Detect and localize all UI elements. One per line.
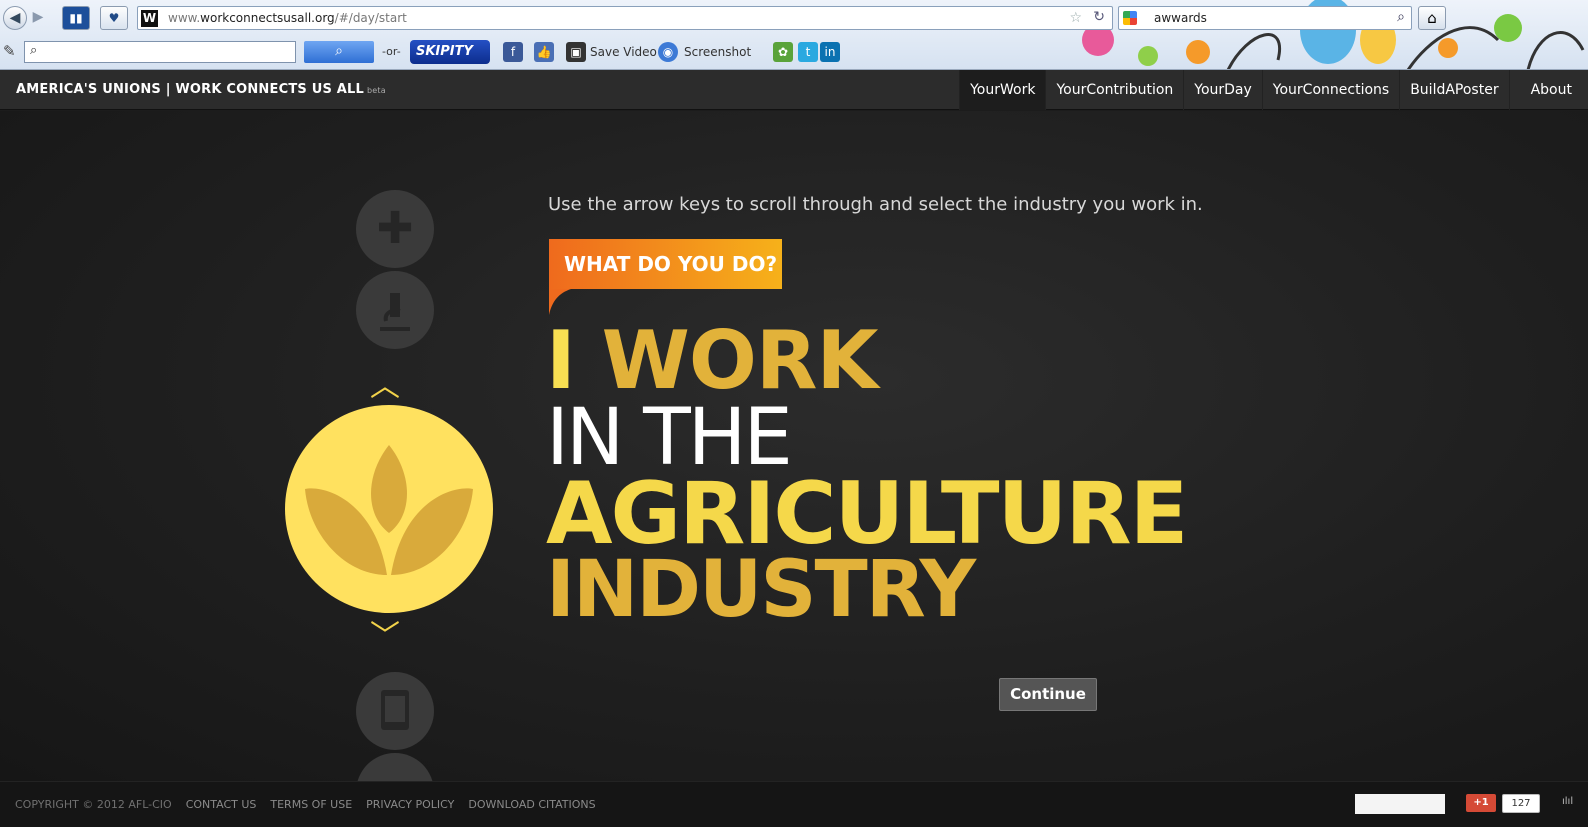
scroll-up-arrow-icon[interactable]: ︿	[370, 361, 400, 405]
privacy-policy-link[interactable]: PRIVACY POLICY	[366, 798, 454, 811]
browser-chrome: ◀ ▶ ▮▮ ♥ W www.workconnectsusall.org/#/d…	[0, 0, 1588, 70]
film-icon[interactable]: ▣	[566, 42, 586, 62]
medical-cross-icon: ✚	[376, 203, 414, 254]
terms-of-use-link[interactable]: TERMS OF USE	[270, 798, 352, 811]
industry-option-science[interactable]	[356, 271, 434, 349]
facebook-icon[interactable]: f	[503, 42, 523, 62]
site-footer: COPYRIGHT © 2012 AFL-CIO CONTACT US TERM…	[0, 781, 1588, 827]
nav-item-buildaposter[interactable]: BuildAPoster	[1399, 70, 1508, 110]
forward-button[interactable]: ▶	[28, 6, 48, 30]
share-icon[interactable]: ✿	[773, 42, 793, 62]
instructions-text: Use the arrow keys to scroll through and…	[548, 194, 1203, 215]
address-url[interactable]: www.workconnectsusall.org/#/day/start	[168, 11, 407, 25]
site-favicon-icon: W	[141, 10, 158, 27]
toolbar-or-label: -or-	[382, 45, 401, 58]
heart-addon-icon[interactable]: ♥	[100, 6, 128, 30]
download-citations-link[interactable]: DOWNLOAD CITATIONS	[468, 798, 595, 811]
wrench-icon[interactable]: ✎	[3, 42, 16, 60]
address-bar[interactable]: W www.workconnectsusall.org/#/day/start …	[137, 6, 1113, 30]
linkedin-icon[interactable]: in	[820, 42, 840, 62]
navigation-toolbar: ◀ ▶ ▮▮ ♥ W www.workconnectsusall.org/#/d…	[0, 2, 1588, 32]
like-icon[interactable]: 👍	[534, 42, 554, 62]
back-button[interactable]: ◀	[3, 6, 27, 30]
browser-search-input[interactable]: awwards	[1154, 11, 1207, 25]
nav-item-yourconnections[interactable]: YourConnections	[1261, 70, 1399, 110]
browser-search-bar[interactable]: awwards ⌕	[1118, 6, 1412, 30]
social-widget-box[interactable]	[1355, 794, 1445, 814]
search-go-icon[interactable]: ⌕	[1397, 9, 1405, 25]
industry-option-medical[interactable]: ✚	[356, 190, 434, 268]
toolbar-search-input[interactable]: ⌕	[24, 41, 296, 63]
sound-toggle-icon[interactable]: ılıl	[1562, 796, 1573, 807]
nav-item-yourwork[interactable]: YourWork	[959, 70, 1046, 110]
google-plus-button[interactable]: +1	[1466, 794, 1496, 812]
addon-toolbar: ✎ ⌕ ⌕ -or- SKIPITY f 👍 ▣ Save Video ◉ Sc…	[0, 36, 1588, 68]
scroll-down-arrow-icon[interactable]: ﹀	[370, 611, 400, 655]
toolbar-search-button[interactable]: ⌕	[304, 41, 374, 63]
continue-button[interactable]: Continue	[999, 678, 1097, 711]
copyright-text: COPYRIGHT © 2012 AFL-CIO	[15, 798, 172, 811]
headline-industry: INDUSTRY	[546, 545, 976, 635]
nav-item-yourcontribution[interactable]: YourContribution	[1045, 70, 1183, 110]
nav-item-yourday[interactable]: YourDay	[1183, 70, 1262, 110]
tag-tail-shape	[549, 289, 571, 315]
what-do-you-do-tag: WHAT DO YOU DO?	[549, 239, 782, 289]
nav-item-about[interactable]: About	[1508, 70, 1588, 110]
search-icon: ⌕	[30, 43, 38, 58]
contact-us-link[interactable]: CONTACT US	[186, 798, 257, 811]
industry-option-agriculture[interactable]	[285, 405, 493, 613]
site-brand[interactable]: AMERICA'S UNIONS | WORK CONNECTS US ALL b…	[16, 82, 386, 97]
screenshot-icon[interactable]: ◉	[658, 42, 678, 62]
twitter-icon[interactable]: t	[798, 42, 818, 62]
footer-links: COPYRIGHT © 2012 AFL-CIO CONTACT US TERM…	[15, 798, 596, 811]
bookmark-star-icon[interactable]: ☆	[1069, 10, 1082, 26]
agriculture-leaf-icon	[305, 445, 473, 575]
screenshot-button[interactable]: Screenshot	[684, 45, 751, 59]
tablet-icon	[381, 690, 409, 730]
reload-icon[interactable]: ↻	[1093, 9, 1105, 25]
site-header: AMERICA'S UNIONS | WORK CONNECTS US ALL b…	[0, 70, 1588, 110]
google-plus-count: 127	[1502, 794, 1540, 813]
main-nav: YourWork YourContribution YourDay YourCo…	[959, 70, 1588, 110]
skipity-button[interactable]: SKIPITY	[410, 40, 490, 64]
industry-option-education[interactable]	[356, 672, 434, 750]
microscope-icon	[380, 293, 410, 331]
home-button[interactable]: ⌂	[1418, 6, 1446, 30]
google-engine-icon[interactable]	[1123, 11, 1137, 25]
stats-addon-icon[interactable]: ▮▮	[62, 6, 90, 30]
save-video-button[interactable]: Save Video	[590, 45, 657, 59]
main-stage: ✚ ︿ ﹀ Use the arrow keys to scroll throu…	[0, 111, 1588, 827]
headline-i-work: I WORK	[546, 314, 878, 407]
